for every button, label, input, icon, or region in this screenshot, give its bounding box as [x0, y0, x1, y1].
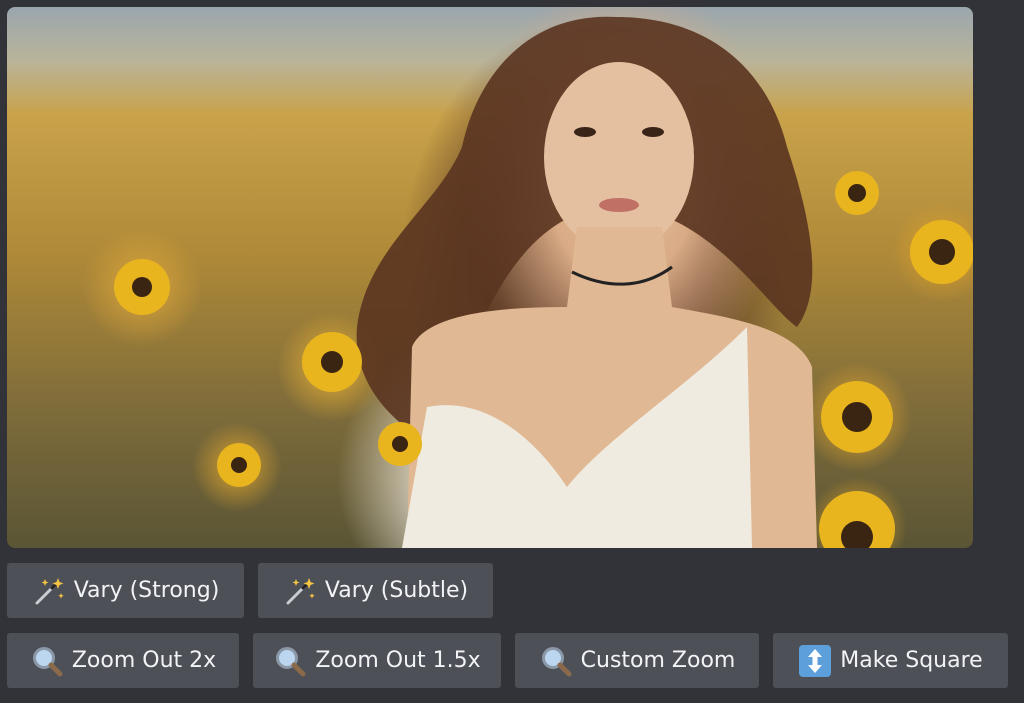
magnifier-icon [539, 644, 573, 678]
magic-wand-icon [32, 574, 66, 608]
make-square-label: Make Square [840, 648, 983, 673]
custom-zoom-button[interactable]: Custom Zoom [515, 633, 759, 688]
image-illustration [114, 16, 973, 548]
magic-wand-icon [283, 574, 317, 608]
zoom-out-2x-button[interactable]: Zoom Out 2x [7, 633, 239, 688]
vary-subtle-button[interactable]: Vary (Subtle) [258, 563, 493, 618]
magnifier-icon [30, 644, 64, 678]
vary-strong-label: Vary (Strong) [73, 578, 220, 603]
custom-zoom-label: Custom Zoom [580, 648, 736, 673]
zoom-out-1-5x-label: Zoom Out 1.5x [315, 648, 481, 673]
zoom-out-1-5x-button[interactable]: Zoom Out 1.5x [253, 633, 501, 688]
make-square-button[interactable]: Make Square [773, 633, 1008, 688]
vary-strong-button[interactable]: Vary (Strong) [7, 563, 244, 618]
up-down-arrow-icon [798, 644, 832, 678]
zoom-out-2x-label: Zoom Out 2x [71, 648, 217, 673]
vary-subtle-label: Vary (Subtle) [324, 578, 469, 603]
magnifier-icon [273, 644, 307, 678]
generated-image[interactable] [7, 7, 973, 548]
